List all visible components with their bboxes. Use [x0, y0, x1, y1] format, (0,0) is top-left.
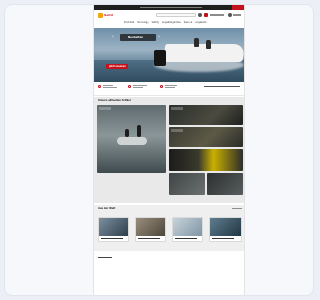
- benefit-item: [160, 85, 177, 93]
- feature-tile[interactable]: [169, 105, 243, 125]
- gallery-caption: [101, 237, 123, 239]
- search-input[interactable]: [156, 13, 196, 17]
- chevron-left-icon[interactable]: ‹: [112, 35, 114, 40]
- gallery-caption: [138, 237, 160, 239]
- featured-section: Unsere aktuellen Artikel: [94, 97, 244, 203]
- nav-item-angelberger[interactable]: Angelbergerlöse: [162, 21, 181, 24]
- benefit-item: [98, 85, 117, 93]
- screenshot-card: Solid Produkte Tecnology Safety Angelber…: [4, 4, 314, 296]
- nav-item-angebote[interactable]: Angebote: [195, 21, 206, 24]
- tile-person: [125, 129, 129, 137]
- nav-item-sale[interactable]: Sale na: [184, 21, 193, 24]
- main-nav: Produkte Tecnology Safety Angelbergerlös…: [124, 21, 206, 24]
- gallery-card[interactable]: [98, 217, 129, 242]
- gallery-image: [99, 218, 128, 236]
- top-bar-text: [140, 7, 202, 8]
- gallery-card[interactable]: [209, 217, 242, 242]
- feature-tile[interactable]: [169, 127, 243, 147]
- gallery-image: [173, 218, 202, 236]
- tile-label: [99, 107, 111, 110]
- section-title: Unsere aktuellen Artikel: [98, 99, 131, 102]
- nav-item-tecnology[interactable]: Tecnology: [137, 21, 148, 24]
- cart-link[interactable]: [233, 14, 241, 16]
- section-heading-bar: [98, 257, 112, 259]
- gallery-card[interactable]: [135, 217, 166, 242]
- section-title: Aus der Welt: [98, 207, 116, 210]
- feature-tile[interactable]: [207, 173, 243, 195]
- truck-icon: [98, 85, 101, 88]
- benefits-strip: [94, 82, 244, 96]
- benefits-link[interactable]: [204, 86, 240, 88]
- site-header: Solid Produkte Tecnology Safety Angelber…: [94, 10, 244, 28]
- tile-person: [137, 125, 141, 137]
- user-icon[interactable]: [204, 13, 208, 17]
- brands-section: [94, 253, 244, 295]
- tile-label: [171, 129, 183, 132]
- return-icon: [160, 85, 163, 88]
- chevron-right-icon[interactable]: ›: [158, 35, 160, 40]
- gallery-image: [210, 218, 241, 236]
- gallery-caption: [212, 237, 234, 239]
- account-link[interactable]: [210, 14, 224, 16]
- website-preview: Solid Produkte Tecnology Safety Angelber…: [93, 5, 245, 295]
- feature-tile[interactable]: [169, 149, 243, 171]
- hero-banner[interactable]: Neuheiten ‹ › Jetzt ansehen: [94, 28, 244, 82]
- nav-item-safety[interactable]: Safety: [152, 21, 159, 24]
- tile-label: [171, 107, 183, 110]
- section-more-link[interactable]: [232, 208, 242, 210]
- brand-logo-icon[interactable]: [98, 13, 103, 18]
- outboard-motor: [154, 50, 166, 66]
- hero-badge-text: Neuheiten: [128, 35, 144, 39]
- feature-tile-large[interactable]: [97, 105, 166, 173]
- tile-boat: [117, 137, 147, 145]
- benefit-item: [128, 85, 147, 93]
- gallery-card[interactable]: [172, 217, 203, 242]
- cart-icon[interactable]: [228, 13, 232, 17]
- gallery-image: [136, 218, 165, 236]
- shield-icon: [128, 85, 131, 88]
- feature-tile[interactable]: [169, 173, 205, 195]
- boat-person: [194, 38, 199, 47]
- boat-person: [206, 40, 211, 49]
- gallery-caption: [175, 237, 197, 239]
- boat-image: [162, 44, 244, 62]
- search-icon[interactable]: [198, 13, 202, 17]
- nav-item-produkte[interactable]: Produkte: [124, 21, 134, 24]
- hero-cta-label[interactable]: Jetzt ansehen: [109, 65, 126, 68]
- brand-name[interactable]: Solid: [104, 13, 113, 17]
